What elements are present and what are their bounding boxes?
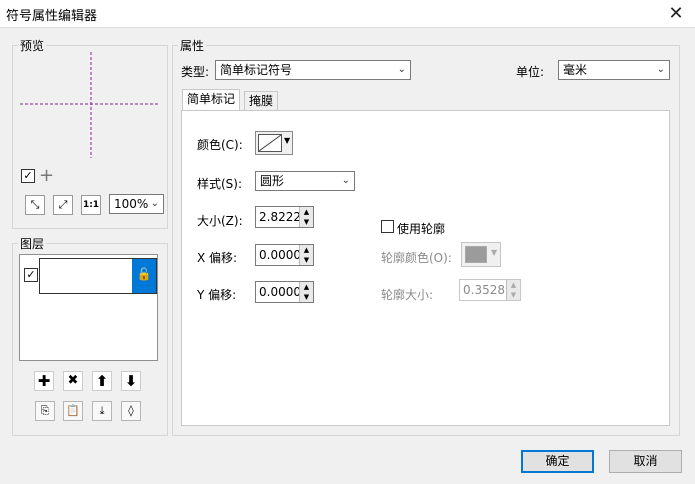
- chevron-down-icon: ▼: [284, 136, 291, 145]
- color-label: 颜色(C):: [197, 138, 243, 152]
- y-offset-value: 0.0000: [259, 285, 301, 299]
- chevron-down-icon: ⌄: [656, 64, 665, 75]
- spin-down-icon[interactable]: ▼: [300, 217, 313, 227]
- zoom-select[interactable]: 100% ⌄: [109, 194, 164, 214]
- close-icon[interactable]: ✕: [663, 2, 689, 26]
- preview-show-checkbox[interactable]: ✓: [21, 169, 35, 183]
- outline-color-picker: ▼: [461, 242, 501, 267]
- outline-size-spinner: 0.3528 ▲ ▼: [459, 279, 521, 301]
- chevron-down-icon: ⌄: [150, 198, 159, 209]
- tab-simple-marker[interactable]: 简单标记: [182, 89, 241, 111]
- move-down-button[interactable]: ⬇: [121, 371, 141, 391]
- unit-label: 单位:: [516, 65, 545, 79]
- type-value: 简单标记符号: [220, 63, 293, 77]
- color-picker[interactable]: ▼: [255, 131, 293, 155]
- use-outline-label: 使用轮廓: [397, 222, 446, 236]
- chevron-down-icon: ⌄: [341, 175, 350, 186]
- size-label: 大小(Z):: [197, 214, 243, 228]
- type-select[interactable]: 简单标记符号 ⌄: [215, 60, 411, 80]
- cancel-button[interactable]: 取消: [609, 450, 682, 473]
- size-spinner[interactable]: 2.8222 ▲ ▼: [255, 206, 314, 228]
- spin-down-icon: ▼: [507, 290, 520, 300]
- fit-all-icon[interactable]: ⤡: [25, 195, 45, 215]
- delete-layer-button[interactable]: ✖: [63, 371, 83, 391]
- size-value: 2.8222: [259, 210, 301, 224]
- spin-up-icon: ▲: [507, 280, 520, 290]
- chevron-down-icon: ⌄: [397, 64, 406, 75]
- copy-icon[interactable]: ⎘: [35, 401, 55, 421]
- title-bar: 符号属性编辑器 ✕: [0, 0, 695, 28]
- y-offset-label: Y 偏移:: [197, 288, 237, 302]
- style-select[interactable]: 圆形 ⌄: [255, 171, 355, 191]
- y-offset-spinner[interactable]: 0.0000 ▲ ▼: [255, 281, 314, 303]
- style-label: 样式(S):: [197, 177, 243, 191]
- chevron-down-icon: ▼: [491, 248, 498, 257]
- properties-label: 属性: [178, 37, 207, 54]
- layer-lock-icon[interactable]: 🔓: [132, 259, 156, 293]
- window-title: 符号属性编辑器: [6, 9, 98, 24]
- spin-down-icon[interactable]: ▼: [300, 255, 313, 265]
- color-swatch: [258, 134, 282, 152]
- paste-icon[interactable]: 📋: [63, 401, 83, 421]
- x-offset-value: 0.0000: [259, 248, 301, 262]
- type-label: 类型:: [181, 65, 210, 79]
- outline-size-label: 轮廓大小:: [381, 288, 434, 302]
- x-offset-spinner[interactable]: 0.0000 ▲ ▼: [255, 244, 314, 266]
- layer-list[interactable]: ✓ 🔓: [19, 254, 158, 361]
- layer-visible-checkbox[interactable]: ✓: [24, 268, 38, 282]
- import-icon[interactable]: ⤓: [92, 401, 112, 421]
- add-point-icon[interactable]: +: [39, 165, 54, 186]
- crosshair-icon: [20, 52, 158, 158]
- unit-select[interactable]: 毫米 ⌄: [558, 60, 670, 80]
- layers-label: 图层: [18, 235, 47, 252]
- use-outline-checkbox[interactable]: [381, 220, 394, 233]
- spin-up-icon[interactable]: ▲: [300, 245, 313, 255]
- unit-value: 毫米: [563, 63, 588, 77]
- no-color-icon: [258, 134, 282, 152]
- spin-down-icon[interactable]: ▼: [300, 292, 313, 302]
- outline-color-swatch: [465, 246, 487, 263]
- tab-mask[interactable]: 掩膜: [244, 91, 279, 111]
- ok-button[interactable]: 确定: [521, 450, 594, 473]
- layer-item[interactable]: 🔓: [39, 258, 157, 294]
- outline-color-label: 轮廓颜色(O):: [381, 251, 452, 265]
- outline-size-value: 0.3528: [463, 283, 505, 297]
- simple-marker-panel: [181, 110, 670, 426]
- move-up-button[interactable]: ⬆: [92, 371, 112, 391]
- x-offset-label: X 偏移:: [197, 251, 238, 265]
- tag-icon[interactable]: ◊: [121, 401, 141, 421]
- style-value: 圆形: [260, 174, 285, 188]
- spin-up-icon[interactable]: ▲: [300, 207, 313, 217]
- spin-up-icon[interactable]: ▲: [300, 282, 313, 292]
- actual-size-icon[interactable]: 1:1: [81, 195, 101, 215]
- preview-canvas: [18, 52, 160, 164]
- fit-expand-icon[interactable]: ⤢: [53, 195, 73, 215]
- add-layer-button[interactable]: ✚: [34, 371, 54, 391]
- zoom-value: 100%: [114, 197, 149, 211]
